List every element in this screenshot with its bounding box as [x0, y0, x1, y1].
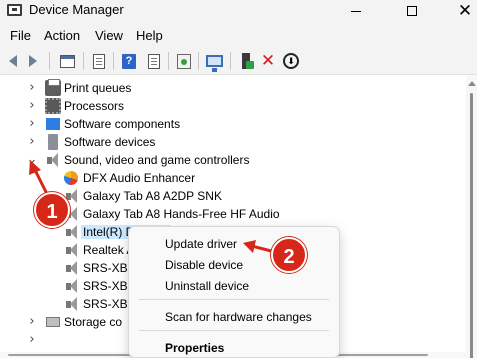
toolbar-separator — [83, 52, 84, 70]
menu-separator — [139, 299, 329, 300]
software-component-icon — [46, 118, 60, 130]
chevron-right-icon[interactable]: › — [26, 332, 38, 348]
maximize-button[interactable] — [393, 0, 431, 22]
tree-item-software-components[interactable]: › Software components — [0, 115, 466, 133]
tree-item-label: Software components — [64, 117, 181, 131]
tree-item-label: Realtek A — [83, 243, 135, 257]
storage-icon — [46, 317, 60, 327]
scan-hardware-changes-menu-item[interactable]: Scan for hardware changes — [165, 310, 312, 324]
toolbar-separator — [198, 52, 199, 70]
monitor-button[interactable] — [204, 51, 224, 72]
console-tree-button[interactable] — [57, 51, 77, 71]
uninstall-x-icon: ✕ — [260, 50, 276, 71]
speaker-icon — [64, 296, 80, 312]
properties-icon — [93, 53, 105, 69]
close-button[interactable]: ✕ — [446, 0, 477, 22]
chevron-right-icon[interactable]: › — [26, 116, 38, 132]
tree-item-label: DFX Audio Enhancer — [83, 171, 196, 185]
tree-item-galaxy-a2dp[interactable]: Galaxy Tab A8 A2DP SNK — [0, 187, 466, 205]
tree-item-label: Galaxy Tab A8 Hands-Free HF Audio — [83, 207, 280, 221]
scan-hardware-icon — [177, 53, 191, 69]
download-driver-icon: ⬇ — [283, 53, 299, 69]
tree-item-print-queues[interactable]: › Print queues — [0, 79, 466, 97]
toolbar-separator — [230, 52, 231, 70]
tree-item-software-devices[interactable]: › Software devices — [0, 133, 466, 151]
menu-help[interactable]: Help — [136, 28, 163, 43]
tree-item-dfx[interactable]: DFX Audio Enhancer — [0, 169, 466, 187]
tree-item-processors[interactable]: › Processors — [0, 97, 466, 115]
speaker-icon — [64, 224, 80, 240]
chevron-right-icon[interactable]: › — [26, 134, 38, 150]
add-driver-icon — [242, 53, 254, 69]
step-badge-2: 2 — [271, 237, 307, 273]
step-badge-1: 1 — [34, 192, 70, 228]
tree-item-label: Galaxy Tab A8 A2DP SNK — [83, 189, 222, 203]
tree-item-sound-video-game[interactable]: ⌄ Sound, video and game controllers — [0, 151, 466, 169]
menu-bar: File Action View Help — [0, 22, 477, 48]
speaker-icon — [64, 260, 80, 276]
minimize-button[interactable] — [337, 0, 375, 22]
menu-file[interactable]: File — [10, 28, 31, 43]
help-icon: ? — [122, 53, 136, 69]
disable-device-menu-item[interactable]: Disable device — [165, 258, 243, 272]
tree-item-label: Software devices — [64, 135, 156, 149]
chevron-right-icon[interactable]: › — [26, 98, 38, 114]
speaker-icon — [64, 242, 80, 258]
scan-hardware-button[interactable] — [174, 51, 194, 71]
chevron-down-icon[interactable]: ⌄ — [26, 152, 38, 168]
forward-arrow-icon — [29, 55, 37, 67]
menu-action[interactable]: Action — [44, 28, 80, 43]
update-driver-menu-item[interactable]: Update driver — [165, 237, 237, 251]
window-title: Device Manager — [29, 2, 124, 17]
forward-button[interactable] — [23, 51, 43, 71]
chevron-right-icon[interactable]: › — [26, 80, 38, 96]
printer-icon — [45, 79, 61, 96]
console-tree-icon — [59, 54, 75, 68]
menu-separator — [139, 330, 329, 331]
tree-item-label: SRS-XB1 — [83, 279, 135, 293]
action-pane-icon — [148, 53, 160, 69]
toolbar-separator — [113, 52, 114, 70]
toolbar: ? ✕ ⬇ — [0, 48, 477, 75]
tree-item-label: SRS-XB1 — [83, 261, 135, 275]
chevron-right-icon[interactable]: › — [26, 314, 38, 330]
tree-item-label: SRS-XB1 — [83, 297, 135, 311]
menu-view[interactable]: View — [95, 28, 123, 43]
tree-item-label: Print queues — [64, 81, 132, 95]
software-device-icon — [48, 134, 58, 150]
toolbar-separator — [168, 52, 169, 70]
uninstall-device-menu-item[interactable]: Uninstall device — [165, 279, 249, 293]
uninstall-toolbar-button[interactable]: ✕ — [258, 51, 278, 71]
help-toolbar-button[interactable]: ? — [119, 51, 139, 71]
maximize-icon — [407, 6, 417, 16]
back-arrow-icon — [9, 55, 17, 67]
vertical-scrollbar[interactable] — [466, 75, 477, 358]
speaker-icon — [45, 152, 61, 168]
back-button[interactable] — [3, 51, 23, 71]
scrollbar-thumb[interactable] — [470, 93, 473, 358]
device-manager-icon — [7, 4, 22, 16]
close-icon: ✕ — [457, 0, 473, 21]
tree-item-label: Storage co — [64, 315, 123, 329]
speaker-icon — [64, 278, 80, 294]
properties-menu-item[interactable]: Properties — [165, 341, 224, 355]
update-driver-toolbar-button[interactable] — [236, 51, 256, 71]
tree-item-label: Sound, video and game controllers — [64, 153, 250, 167]
title-bar: Device Manager ✕ — [0, 0, 477, 22]
tree-item-label: Processors — [64, 99, 125, 113]
show-hide-button[interactable] — [144, 51, 164, 71]
scroll-up-icon[interactable] — [468, 81, 476, 86]
context-menu: Update driver Disable device Uninstall d… — [128, 226, 340, 358]
processor-icon — [45, 98, 61, 114]
minimize-icon — [351, 10, 361, 12]
toolbar-separator — [49, 52, 50, 70]
dfx-icon — [64, 171, 78, 185]
monitor-icon — [205, 55, 223, 72]
properties-toolbar-button[interactable] — [89, 51, 109, 71]
download-driver-button[interactable]: ⬇ — [281, 51, 301, 71]
